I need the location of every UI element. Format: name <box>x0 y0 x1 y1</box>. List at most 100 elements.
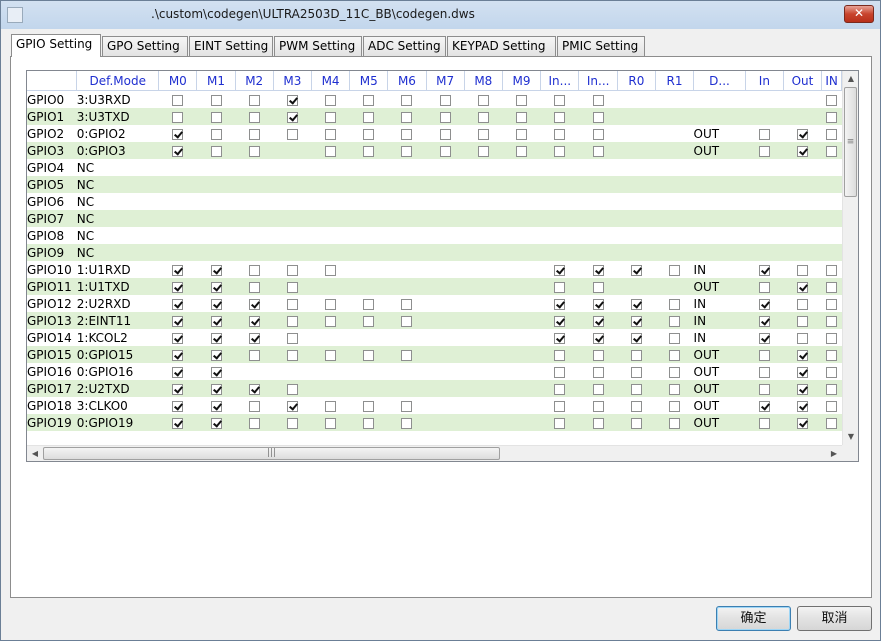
vertical-scroll-thumb[interactable]: ≡ <box>844 87 857 197</box>
mode-m5-checkbox[interactable] <box>363 94 375 106</box>
direction-value[interactable] <box>693 210 746 227</box>
tab-adc-setting[interactable]: ADC Setting <box>363 36 446 56</box>
out-checkbox[interactable] <box>796 349 808 361</box>
mode-m8-checkbox[interactable] <box>477 145 489 157</box>
column-header[interactable]: M4 <box>311 71 351 91</box>
mode-m3-checkbox[interactable] <box>286 400 298 412</box>
mode-m1-checkbox[interactable] <box>210 417 222 429</box>
scroll-right-arrow-icon[interactable]: ▶ <box>826 446 842 461</box>
in-checkbox[interactable] <box>758 145 770 157</box>
mode-m0-checkbox[interactable] <box>172 94 184 106</box>
direction-value[interactable] <box>694 159 746 176</box>
mode-m3-checkbox[interactable] <box>286 315 298 327</box>
direction-value[interactable]: OUT <box>694 125 746 142</box>
direction-value[interactable]: OUT <box>694 397 746 414</box>
out-checkbox[interactable] <box>796 145 808 157</box>
mode-m2-checkbox[interactable] <box>248 400 260 412</box>
mode-m9-checkbox[interactable] <box>516 111 528 123</box>
r0-checkbox[interactable] <box>630 417 642 429</box>
mode-m3-checkbox[interactable] <box>286 417 298 429</box>
inverse2-checkbox[interactable] <box>592 264 604 276</box>
mode-m7-checkbox[interactable] <box>439 111 451 123</box>
mode-m3-checkbox[interactable] <box>286 111 298 123</box>
in-checkbox[interactable] <box>758 332 770 344</box>
r1-checkbox[interactable] <box>669 383 680 395</box>
mode-m0-checkbox[interactable] <box>172 383 184 395</box>
direction-value[interactable] <box>694 91 746 109</box>
direction-value[interactable] <box>694 193 746 210</box>
cancel-button[interactable]: 取消 <box>797 606 872 631</box>
inverse1-checkbox[interactable] <box>554 94 566 106</box>
close-button[interactable]: ✕ <box>844 5 874 23</box>
mode-m7-checkbox[interactable] <box>439 94 451 106</box>
mode-m7-checkbox[interactable] <box>439 128 451 140</box>
inverse2-checkbox[interactable] <box>592 315 604 327</box>
mode-m6-checkbox[interactable] <box>401 349 413 361</box>
inverse1-checkbox[interactable] <box>554 145 566 157</box>
direction-value[interactable] <box>693 244 746 261</box>
mode-m4-checkbox[interactable] <box>325 94 337 106</box>
column-header[interactable]: M2 <box>235 71 274 91</box>
in-kb-checkbox[interactable] <box>826 315 838 327</box>
horizontal-scrollbar[interactable]: ◀ ||| ▶ <box>27 445 842 461</box>
r1-checkbox[interactable] <box>669 366 680 378</box>
mode-m1-checkbox[interactable] <box>210 128 222 140</box>
mode-m0-checkbox[interactable] <box>172 111 184 123</box>
inverse2-checkbox[interactable] <box>592 332 604 344</box>
mode-m0-checkbox[interactable] <box>172 145 184 157</box>
r1-checkbox[interactable] <box>669 298 680 310</box>
default-mode[interactable]: NC <box>77 159 159 176</box>
inverse2-checkbox[interactable] <box>592 145 604 157</box>
default-mode[interactable]: 0:GPIO3 <box>76 142 159 159</box>
mode-m0-checkbox[interactable] <box>172 315 184 327</box>
mode-m2-checkbox[interactable] <box>248 128 260 140</box>
in-checkbox[interactable] <box>758 281 770 293</box>
column-header[interactable]: M0 <box>158 71 198 91</box>
default-mode[interactable]: NC <box>76 210 159 227</box>
direction-value[interactable]: IN <box>694 261 746 278</box>
r1-checkbox[interactable] <box>669 264 680 276</box>
inverse2-checkbox[interactable] <box>592 128 604 140</box>
mode-m6-checkbox[interactable] <box>401 111 413 123</box>
scroll-up-arrow-icon[interactable]: ▲ <box>843 71 858 87</box>
in-kb-checkbox[interactable] <box>826 383 838 395</box>
inverse1-checkbox[interactable] <box>554 332 566 344</box>
mode-m5-checkbox[interactable] <box>363 111 375 123</box>
in-kb-checkbox[interactable] <box>826 281 838 293</box>
mode-m7-checkbox[interactable] <box>439 145 451 157</box>
column-header[interactable]: In <box>745 71 784 91</box>
mode-m2-checkbox[interactable] <box>248 383 260 395</box>
r0-checkbox[interactable] <box>630 383 642 395</box>
mode-m2-checkbox[interactable] <box>248 111 260 123</box>
mode-m5-checkbox[interactable] <box>363 349 375 361</box>
mode-m1-checkbox[interactable] <box>210 400 222 412</box>
mode-m0-checkbox[interactable] <box>172 281 184 293</box>
mode-m3-checkbox[interactable] <box>286 94 298 106</box>
mode-m3-checkbox[interactable] <box>286 383 298 395</box>
mode-m1-checkbox[interactable] <box>210 298 222 310</box>
direction-value[interactable]: OUT <box>693 142 746 159</box>
mode-m4-checkbox[interactable] <box>325 128 337 140</box>
mode-m2-checkbox[interactable] <box>248 145 260 157</box>
in-kb-checkbox[interactable] <box>826 111 838 123</box>
default-mode[interactable]: NC <box>77 227 159 244</box>
column-header[interactable]: M8 <box>464 71 503 91</box>
inverse1-checkbox[interactable] <box>554 111 566 123</box>
default-mode[interactable]: 3:U3RXD <box>77 91 159 109</box>
horizontal-scroll-thumb[interactable]: ||| <box>43 447 500 460</box>
column-header[interactable]: In... <box>578 71 618 91</box>
mode-m2-checkbox[interactable] <box>248 332 260 344</box>
inverse1-checkbox[interactable] <box>554 315 566 327</box>
default-mode[interactable]: 0:GPIO2 <box>77 125 159 142</box>
in-checkbox[interactable] <box>758 383 770 395</box>
mode-m6-checkbox[interactable] <box>401 417 413 429</box>
default-mode[interactable]: 2:U2TXD <box>76 380 159 397</box>
inverse1-checkbox[interactable] <box>554 366 566 378</box>
mode-m1-checkbox[interactable] <box>210 383 222 395</box>
inverse1-checkbox[interactable] <box>554 281 566 293</box>
out-checkbox[interactable] <box>796 366 808 378</box>
default-mode[interactable]: 3:CLKO0 <box>77 397 159 414</box>
tab-pmic-setting[interactable]: PMIC Setting <box>557 36 645 56</box>
out-checkbox[interactable] <box>796 315 808 327</box>
tab-pwm-setting[interactable]: PWM Setting <box>274 36 362 56</box>
